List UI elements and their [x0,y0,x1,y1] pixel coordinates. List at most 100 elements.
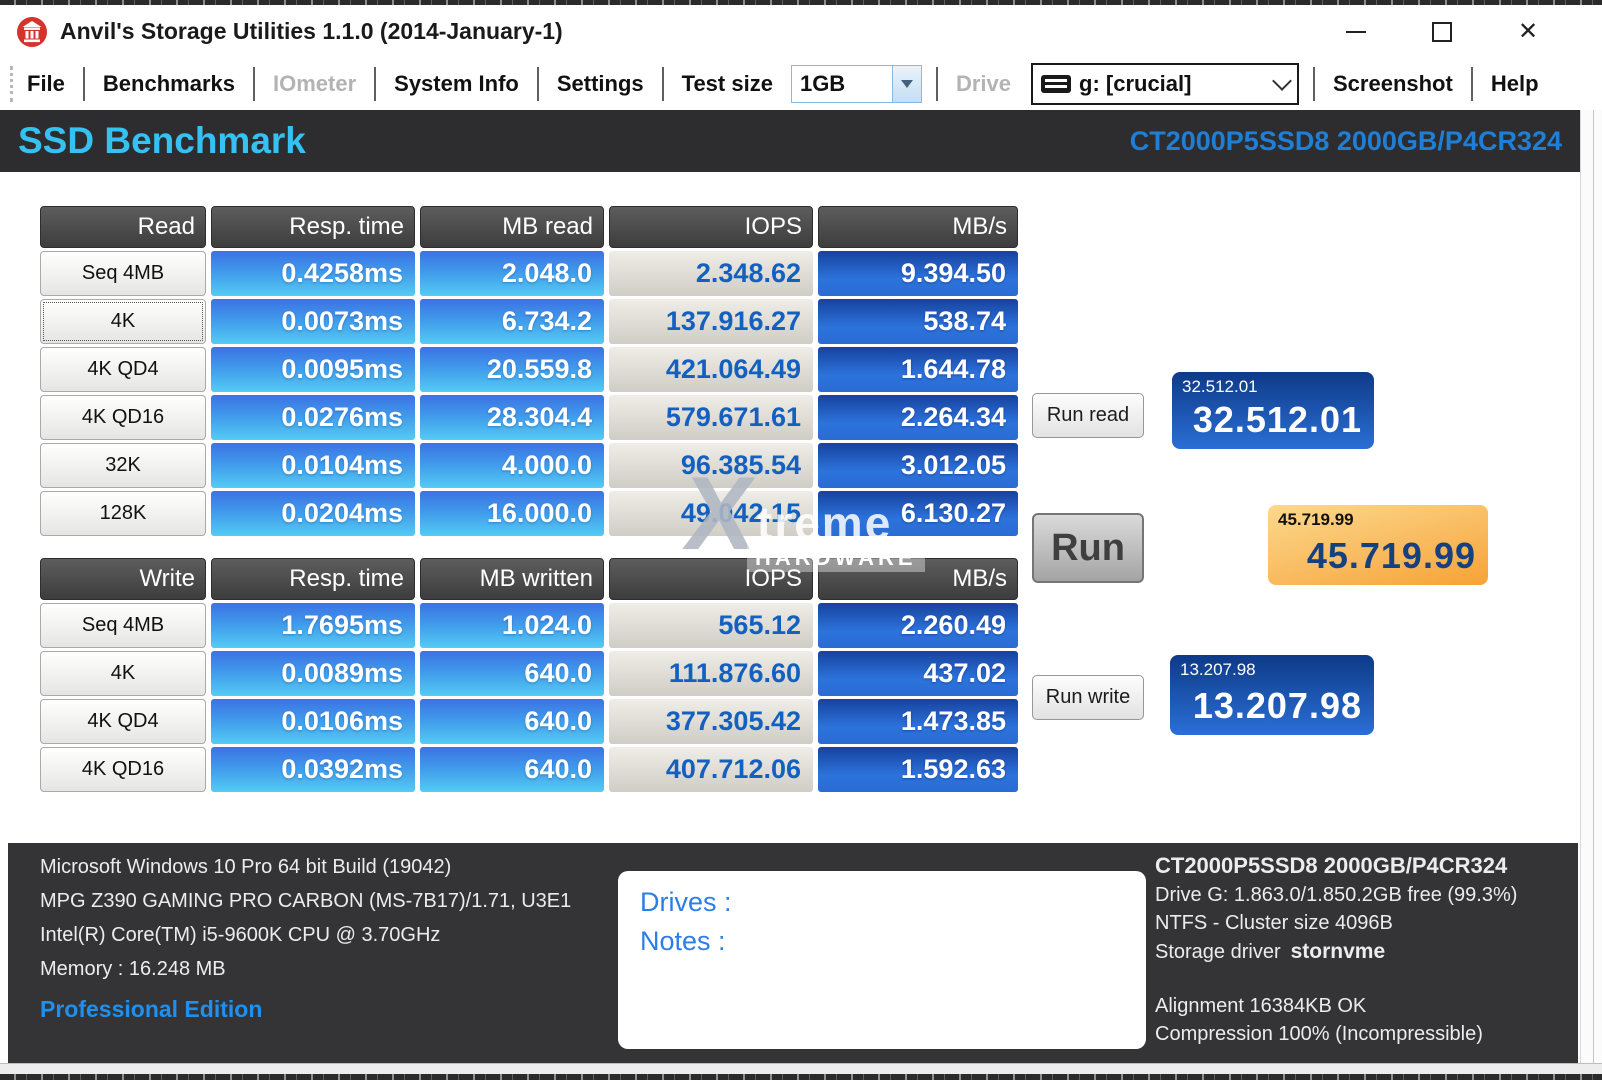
chevron-down-icon [1272,71,1292,91]
close-button[interactable]: ✕ [1508,12,1548,52]
write-score-value: 13.207.98 [1193,685,1362,727]
system-info-panel: Microsoft Windows 10 Pro 64 bit Build (1… [8,843,1578,1063]
window-controls: ✕ [1336,5,1548,58]
menu-separator [83,67,85,101]
read-row-button-4k[interactable]: 4K [40,299,206,344]
compression-info: Compression 100% (Incompressible) [1155,1023,1575,1046]
total-score-peak: 45.719.99 [1278,510,1354,530]
write-results-table: Write Resp. time MB written IOPS MB/s Se… [40,558,1018,792]
menu-separator [936,67,938,101]
spacer [1155,969,1575,995]
read-mb-value: 6.734.2 [420,299,604,344]
write-row-button-4kqd4[interactable]: 4K QD4 [40,699,206,744]
write-header-mb: MB written [420,558,604,600]
drive-selected-value: g: [crucial] [1079,71,1275,97]
read-header-mbs: MB/s [818,206,1018,248]
system-info-block: Microsoft Windows 10 Pro 64 bit Build (1… [40,856,571,1023]
read-mb-value: 16.000.0 [420,491,604,536]
right-gutter [1580,110,1602,1063]
os-info: Microsoft Windows 10 Pro 64 bit Build (1… [40,856,571,879]
read-row-button-32k[interactable]: 32K [40,443,206,488]
read-header-label: Read [40,206,206,248]
menu-separator [374,67,376,101]
read-mb-value: 28.304.4 [420,395,604,440]
write-mb-value: 640.0 [420,651,604,696]
write-resp-value: 1.7695ms [211,603,415,648]
menu-file[interactable]: File [13,71,79,97]
run-read-button[interactable]: Run read [1032,393,1144,438]
cpu-info: Intel(R) Core(TM) i5-9600K CPU @ 3.70GHz [40,924,571,947]
read-iops-value: 96.385.54 [609,443,813,488]
write-header-resp: Resp. time [211,558,415,600]
menu-separator [537,67,539,101]
title-bar[interactable]: Anvil's Storage Utilities 1.1.0 (2014-Ja… [0,5,1602,58]
right-edge-line [1593,110,1594,1063]
write-resp-value: 0.0392ms [211,747,415,792]
benchmark-title: SSD Benchmark [18,120,306,162]
drive-combobox[interactable]: g: [crucial] [1031,63,1299,105]
menu-settings[interactable]: Settings [543,71,658,97]
chevron-down-icon [901,80,913,88]
read-mbs-value: 3.012.05 [818,443,1018,488]
read-iops-value: 137.916.27 [609,299,813,344]
read-mb-value: 20.559.8 [420,347,604,392]
read-mbs-value: 1.644.78 [818,347,1018,392]
write-iops-value: 111.876.60 [609,651,813,696]
write-row-button-4k[interactable]: 4K [40,651,206,696]
write-header-label: Write [40,558,206,600]
close-icon: ✕ [1518,20,1538,44]
drive-icon [1041,75,1071,93]
menu-benchmarks[interactable]: Benchmarks [89,71,249,97]
write-mbs-value: 1.473.85 [818,699,1018,744]
menu-screenshot[interactable]: Screenshot [1319,71,1467,97]
menu-separator [1313,67,1315,101]
edition-link[interactable]: Professional Edition [40,996,571,1023]
read-mbs-value: 9.394.50 [818,251,1018,296]
write-row-button-seq4mb[interactable]: Seq 4MB [40,603,206,648]
notes-label: Notes : [640,926,1146,957]
read-row-button-128k[interactable]: 128K [40,491,206,536]
read-resp-value: 0.0104ms [211,443,415,488]
read-score-value: 32.512.01 [1193,399,1362,441]
bottom-edge-artifact [0,1074,1602,1080]
test-size-combobox[interactable]: 1GB [791,65,922,103]
read-mbs-value: 2.264.34 [818,395,1018,440]
write-resp-value: 0.0089ms [211,651,415,696]
window-title: Anvil's Storage Utilities 1.1.0 (2014-Ja… [60,18,563,45]
read-resp-value: 0.0204ms [211,491,415,536]
read-row-button-seq4mb[interactable]: Seq 4MB [40,251,206,296]
device-name: CT2000P5SSD8 2000GB/P4CR324 [1130,126,1562,157]
menu-separator [253,67,255,101]
storage-driver-value: stornvme [1291,940,1386,963]
minimize-button[interactable] [1336,12,1376,52]
read-header-resp: Resp. time [211,206,415,248]
read-row-button-4kqd4[interactable]: 4K QD4 [40,347,206,392]
run-write-button[interactable]: Run write [1032,675,1144,720]
write-header-iops: IOPS [609,558,813,600]
menu-iometer: IOmeter [259,71,370,97]
drive-filesystem: NTFS - Cluster size 4096B [1155,912,1575,935]
maximize-button[interactable] [1422,12,1462,52]
menu-bar: File Benchmarks IOmeter System Info Sett… [0,58,1602,110]
write-row-button-4kqd16[interactable]: 4K QD16 [40,747,206,792]
menu-help[interactable]: Help [1477,71,1553,97]
storage-driver-label: Storage driver [1155,941,1281,963]
total-score-value: 45.719.99 [1307,535,1476,577]
run-button[interactable]: Run [1032,513,1144,583]
total-score-box: 45.719.99 45.719.99 [1268,505,1488,585]
read-iops-value: 579.671.61 [609,395,813,440]
drives-label: Drives : [640,887,1146,918]
drive-label: Drive [942,71,1025,97]
write-iops-value: 407.712.06 [609,747,813,792]
anvil-app-icon [16,16,48,48]
drives-notes-box[interactable]: Drives : Notes : [618,871,1146,1049]
read-score-box: 32.512.01 32.512.01 [1172,372,1374,449]
read-row-button-4kqd16[interactable]: 4K QD16 [40,395,206,440]
storage-driver-line: Storage driver stornvme [1155,940,1575,964]
write-mb-value: 640.0 [420,699,604,744]
read-score-peak: 32.512.01 [1182,377,1258,397]
test-size-dropdown-button[interactable] [892,66,921,102]
write-mb-value: 1.024.0 [420,603,604,648]
drive-capacity: Drive G: 1.863.0/1.850.2GB free (99.3%) [1155,884,1575,907]
menu-system-info[interactable]: System Info [380,71,533,97]
